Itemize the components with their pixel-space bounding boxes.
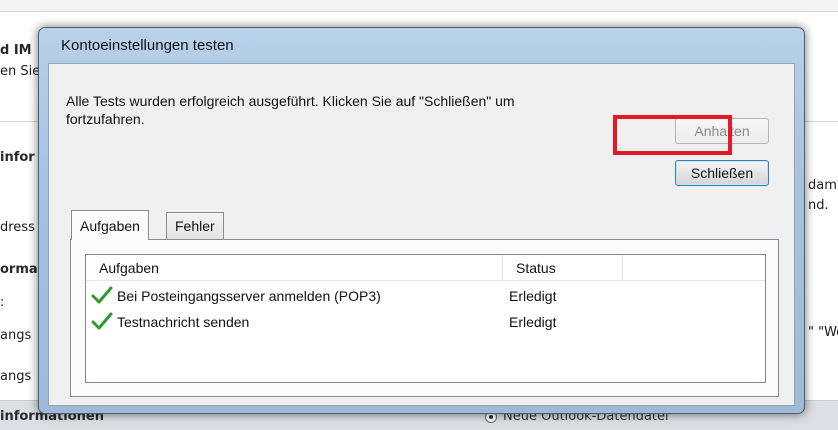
close-button-highlight	[613, 115, 732, 155]
tab-errors[interactable]: Fehler	[166, 212, 224, 240]
column-separator[interactable]	[622, 255, 623, 281]
background-field-label: dress	[0, 220, 35, 235]
dialog-title: Kontoeinstellungen testen	[61, 37, 234, 54]
background-section-label: orma	[0, 262, 38, 277]
background-heading: d IM	[0, 43, 32, 58]
task-name: Bei Posteingangsserver anmelden (POP3)	[117, 288, 381, 304]
list-header: Aufgaben Status	[86, 255, 765, 281]
background-text: en Sie	[0, 64, 41, 79]
background-section-label: infor	[0, 150, 35, 165]
task-status: Erledigt	[509, 314, 557, 330]
task-name: Testnachricht senden	[117, 314, 250, 330]
table-row: Bei Posteingangsserver anmelden (POP3) E…	[86, 284, 765, 308]
background-field-label: angs	[0, 369, 32, 384]
background-topbar	[0, 0, 838, 12]
status-message: Alle Tests wurden erfolgreich ausgeführt…	[66, 93, 515, 127]
background-text: nd.	[808, 198, 829, 213]
test-account-settings-dialog: Kontoeinstellungen testen Alle Tests wur…	[38, 27, 805, 414]
green-checkmark-icon	[91, 312, 113, 330]
background-field-label: angs	[0, 328, 32, 343]
tasks-list: Aufgaben Status Bei Posteingangsserver a…	[85, 254, 766, 383]
background-text: dami	[808, 178, 838, 193]
background-text: " "We	[808, 325, 838, 340]
tab-tasks[interactable]: Aufgaben	[71, 210, 149, 240]
column-header-status[interactable]: Status	[502, 255, 622, 281]
column-header-tasks[interactable]: Aufgaben	[92, 255, 502, 281]
background-field-label: :	[0, 295, 5, 310]
green-checkmark-icon	[91, 286, 113, 304]
tasks-panel: Aufgaben Status Bei Posteingangsserver a…	[70, 239, 779, 397]
close-button[interactable]: Schließen	[675, 160, 769, 186]
task-status: Erledigt	[509, 288, 557, 304]
table-row: Testnachricht senden Erledigt	[86, 310, 765, 334]
